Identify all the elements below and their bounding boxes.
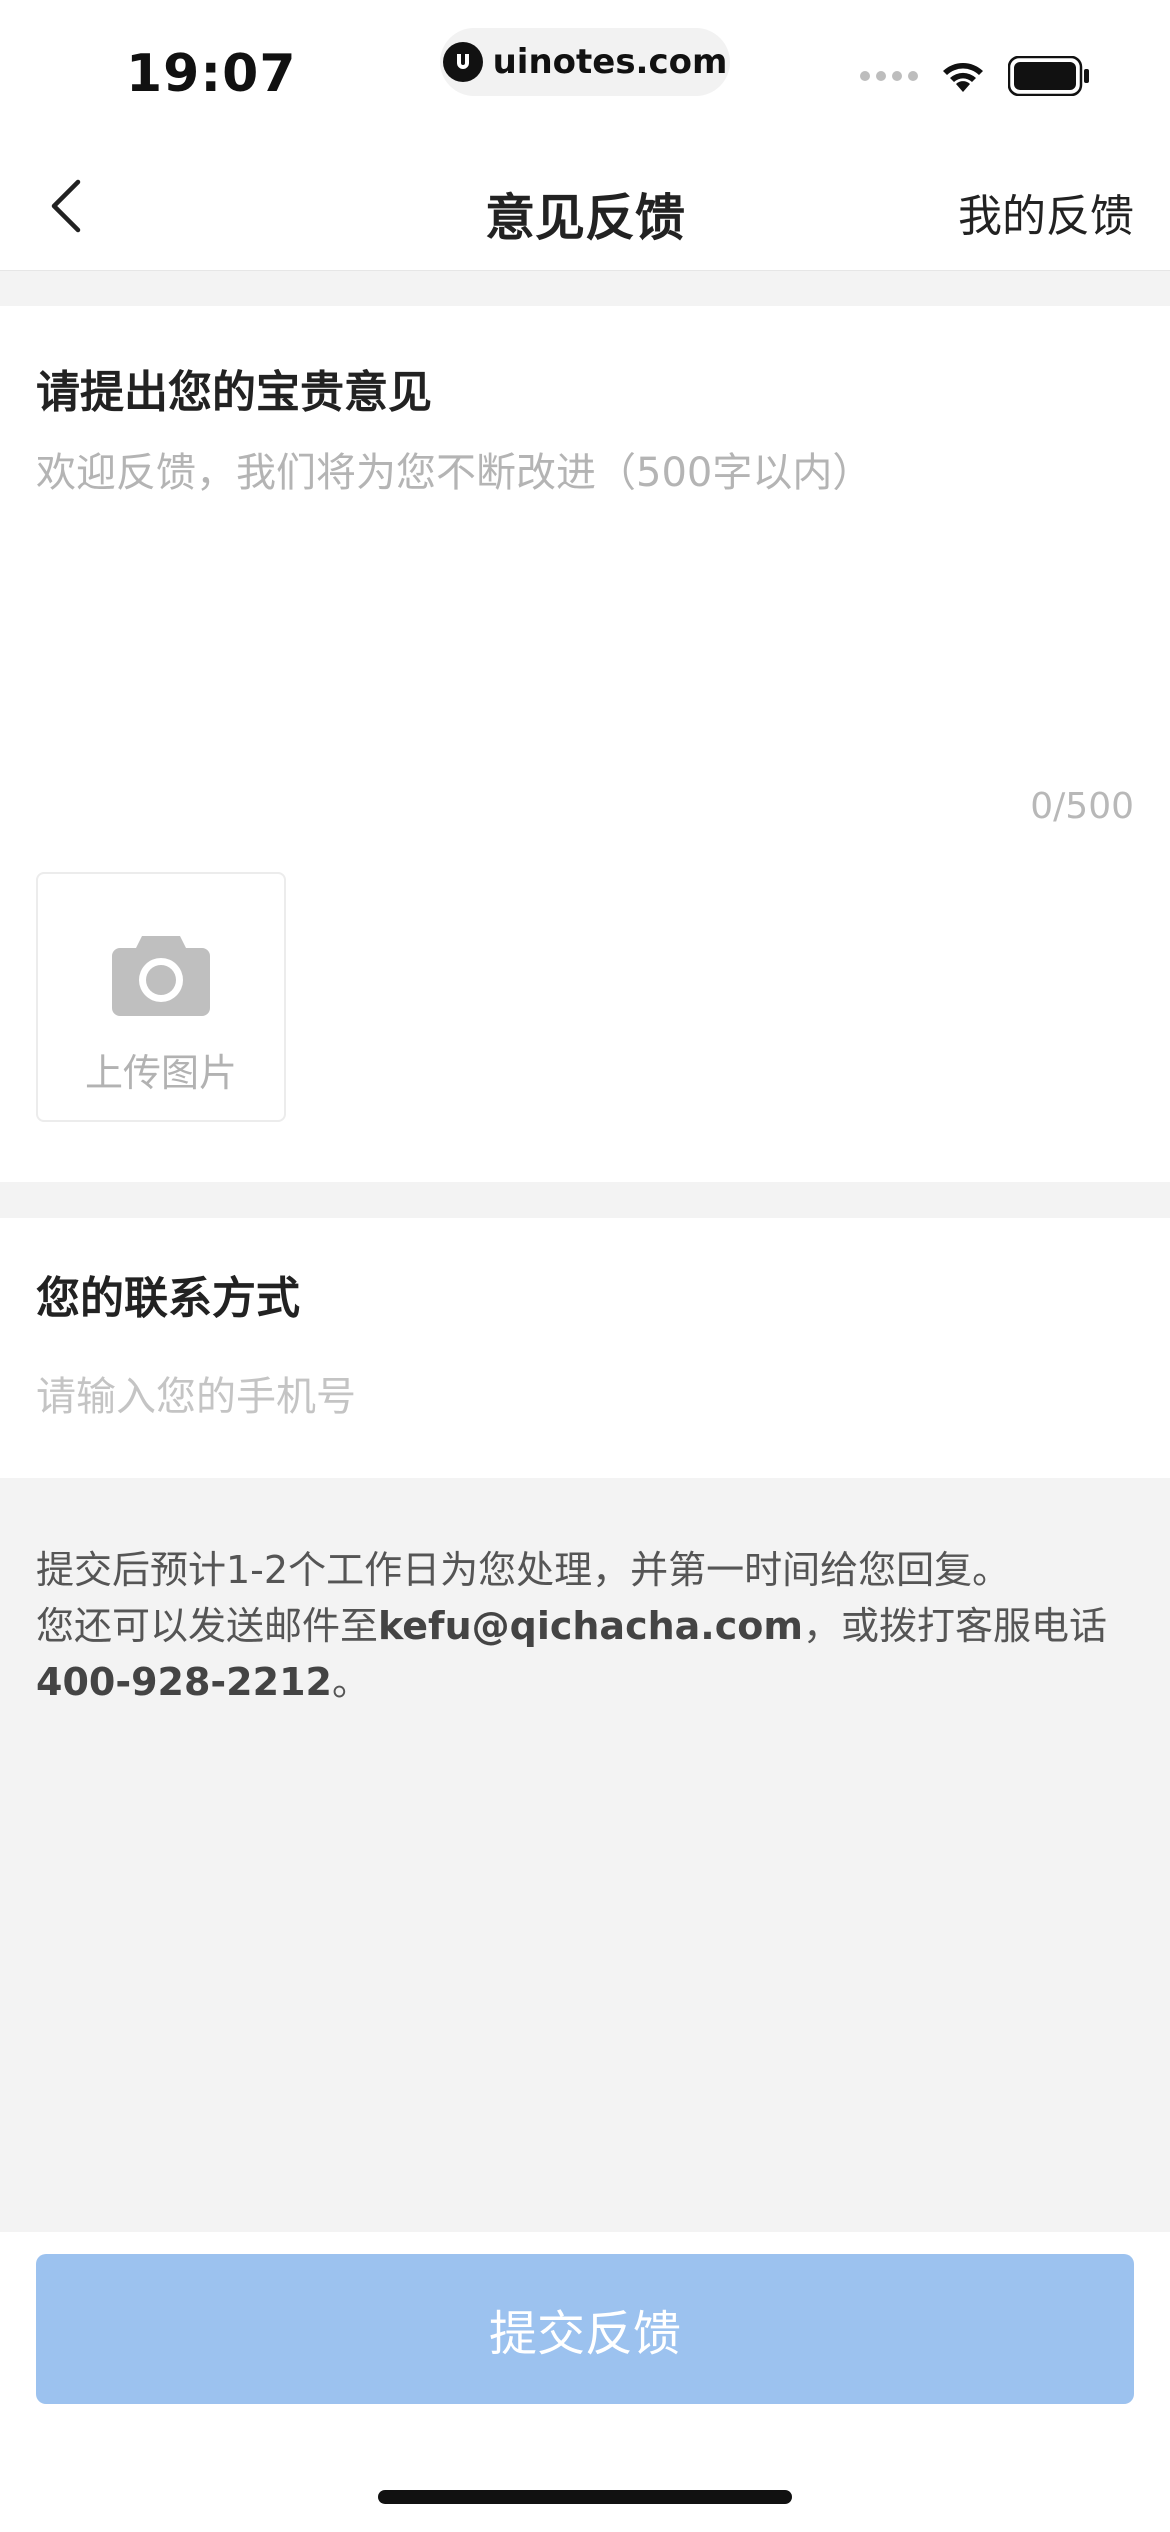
site-logo-icon: [442, 42, 483, 82]
wifi-icon: [943, 63, 983, 92]
status-bar: 19:07 uinotes.com: [0, 0, 1170, 140]
status-time: 19:07: [126, 44, 297, 104]
support-email[interactable]: kefu@qichacha.com: [378, 1604, 803, 1648]
feedback-placeholder: 欢迎反馈，我们将为您不断改进（500字以内）: [36, 450, 873, 496]
submit-feedback-button[interactable]: 提交反馈: [36, 2254, 1134, 2404]
support-phone[interactable]: 400-928-2212: [36, 1660, 332, 1704]
info-line-1: 提交后预计1-2个工作日为您处理，并第一时间给您回复。: [36, 1548, 1011, 1592]
my-feedback-link[interactable]: 我的反馈: [958, 180, 1134, 244]
info-text: 提交后预计1-2个工作日为您处理，并第一时间给您回复。 您还可以发送邮件至kef…: [36, 1542, 1136, 1710]
camera-icon: [112, 936, 210, 1016]
bottom-bar: 提交反馈: [0, 2232, 1170, 2532]
info-line-2: 您还可以发送邮件至kefu@qichacha.com，或拨打客服电话: [36, 1604, 1107, 1648]
char-counter: 0/500: [1030, 786, 1134, 827]
upload-image-button[interactable]: 上传图片: [36, 872, 286, 1122]
battery-icon: [1008, 56, 1089, 96]
upload-label: 上传图片: [84, 1051, 237, 1095]
info-line-3: 400-928-2212。: [36, 1660, 370, 1704]
url-text: uinotes.com: [492, 42, 728, 82]
feedback-section-title: 请提出您的宝贵意见: [36, 367, 432, 418]
contact-section-title: 您的联系方式: [36, 1273, 300, 1324]
feedback-textarea[interactable]: 欢迎反馈，我们将为您不断改进（500字以内）: [36, 440, 1136, 770]
url-pill[interactable]: uinotes.com: [440, 28, 730, 96]
cellular-signal-icon: [860, 71, 918, 81]
feedback-card: 请提出您的宝贵意见 欢迎反馈，我们将为您不断改进（500字以内） 0/500 上…: [0, 306, 1170, 1182]
phone-input[interactable]: 请输入您的手机号: [36, 1364, 356, 1422]
contact-card: 您的联系方式 请输入您的手机号: [0, 1218, 1170, 1478]
status-icons: [860, 56, 1090, 96]
home-indicator: [378, 2490, 792, 2504]
nav-bar: 意见反馈 我的反馈: [0, 140, 1170, 271]
